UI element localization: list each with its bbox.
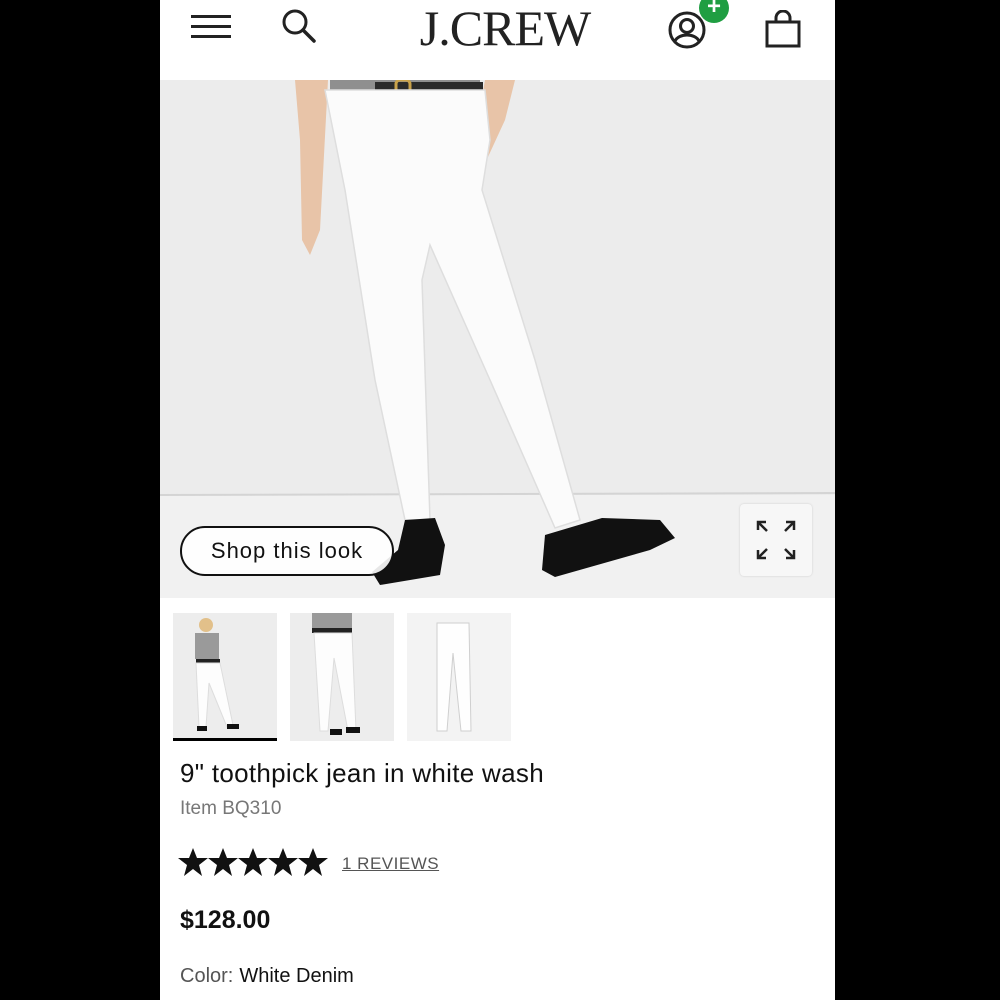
search-icon[interactable] xyxy=(280,6,318,46)
thumbnail-product-flat[interactable] xyxy=(407,613,511,741)
reviews-link[interactable]: 1 REVIEWS xyxy=(342,854,439,874)
color-selector-label: Color: White Denim xyxy=(180,965,354,988)
thumbnail-model-full[interactable] xyxy=(173,613,277,741)
bag-icon[interactable] xyxy=(763,8,803,50)
product-price: $128.00 xyxy=(180,906,271,934)
thumbnail-model-closeup[interactable] xyxy=(290,613,394,741)
plus-badge: + xyxy=(699,0,729,23)
thumbnail-image xyxy=(407,613,511,741)
shop-this-look-button[interactable]: Shop this look xyxy=(180,526,394,576)
site-header: J.CREW + xyxy=(160,0,835,80)
brand-logo[interactable]: J.CREW xyxy=(400,2,610,54)
product-hero-image[interactable]: Shop this look xyxy=(160,80,835,598)
star-rating-icon xyxy=(178,848,328,876)
thumbnail-image xyxy=(173,613,277,738)
model-photo xyxy=(160,80,835,598)
app-screen: J.CREW + Shop this look 9" toothpick jea… xyxy=(160,0,835,1000)
thumbnail-image xyxy=(290,613,394,741)
item-code: Item BQ310 xyxy=(180,798,282,819)
color-value: White Denim xyxy=(239,965,354,987)
product-title: 9" toothpick jean in white wash xyxy=(180,758,544,788)
menu-icon[interactable] xyxy=(190,10,232,44)
expand-icon[interactable] xyxy=(740,504,812,576)
color-label: Color: xyxy=(180,965,234,987)
